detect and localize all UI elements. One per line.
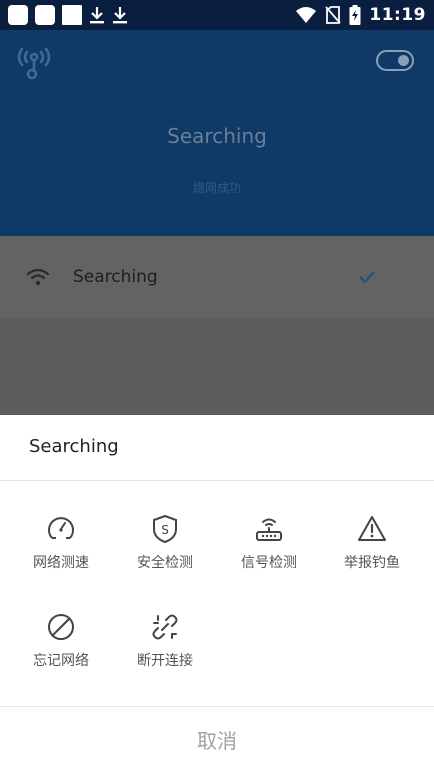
download-icon: [90, 7, 104, 24]
router-icon[interactable]: [14, 45, 54, 81]
forget-network-button[interactable]: 忘记网络: [9, 612, 113, 670]
warning-icon: [358, 516, 386, 541]
router-signal-icon: [256, 518, 282, 541]
shield-icon: S: [153, 514, 177, 544]
check-icon: [359, 271, 375, 284]
network-list-overlay[interactable]: Searching: [0, 236, 434, 415]
toggle-knob: [398, 55, 409, 66]
action-label: 举报钓鱼: [344, 555, 400, 571]
forbidden-icon: [48, 614, 74, 640]
svg-text:S: S: [161, 523, 169, 537]
security-check-button[interactable]: S 安全检测: [113, 514, 217, 572]
action-label: 忘记网络: [33, 653, 89, 669]
wifi-icon: [26, 268, 50, 286]
app-notification-icon: [8, 5, 28, 25]
battery-charging-icon: [349, 5, 361, 25]
no-sim-icon: [325, 6, 342, 24]
header-subtitle: 蹭网成功: [192, 181, 241, 195]
disconnect-button[interactable]: 断开连接: [113, 612, 217, 670]
app-header: Searching 蹭网成功: [0, 30, 434, 236]
bottom-sheet: Searching 网络测速 S 安全检测 信号检测 举报钓鱼 忘记网络 断开连…: [0, 415, 434, 772]
signal-check-button[interactable]: 信号检测: [217, 514, 321, 572]
sheet-title: Searching: [29, 436, 119, 457]
report-phishing-button[interactable]: 举报钓鱼: [320, 514, 424, 572]
system-icons: 11:19: [295, 5, 426, 25]
toggle-switch[interactable]: [376, 50, 414, 71]
action-label: 断开连接: [137, 653, 193, 669]
square-notification-icon: [62, 5, 82, 25]
action-label: 信号检测: [241, 555, 297, 571]
network-ssid: Searching: [73, 267, 158, 287]
wifi-signal-icon: [296, 7, 317, 23]
clock: 11:19: [369, 5, 426, 25]
app-notification-icon: [35, 5, 55, 25]
action-label: 网络测速: [33, 555, 89, 571]
network-row[interactable]: Searching: [0, 236, 434, 318]
notification-icons: [8, 5, 128, 25]
download-icon: [113, 7, 127, 24]
divider: [0, 480, 434, 481]
action-label: 安全检测: [137, 555, 193, 571]
speedometer-icon: [48, 517, 74, 539]
status-bar: 11:19: [0, 0, 434, 30]
header-title: Searching: [167, 124, 267, 148]
cancel-button[interactable]: 取消: [0, 707, 434, 772]
broken-link-icon: [152, 614, 178, 640]
speed-test-button[interactable]: 网络测速: [9, 514, 113, 572]
